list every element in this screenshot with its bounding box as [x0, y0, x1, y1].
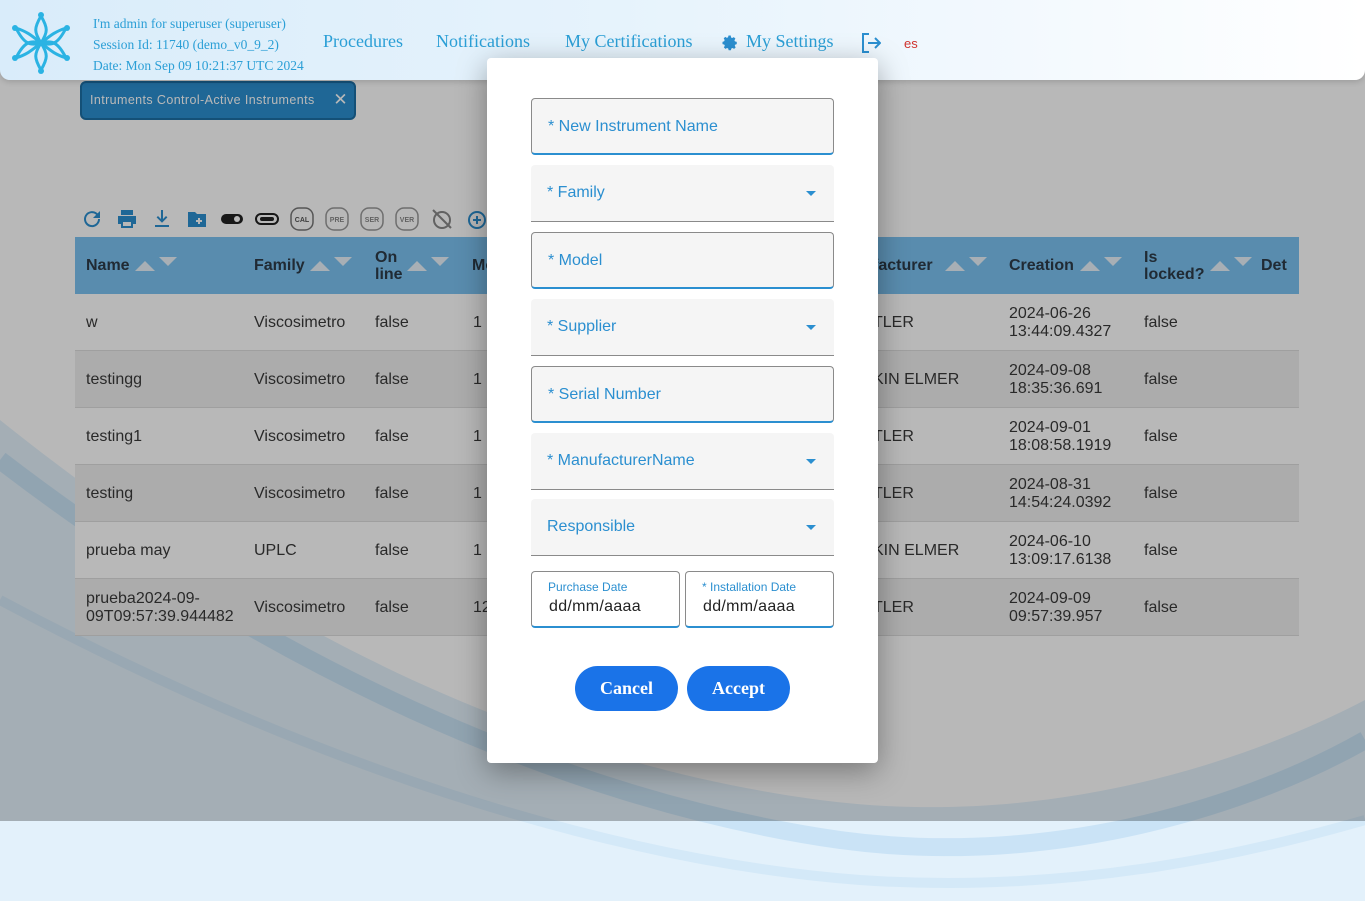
nav-procedures[interactable]: Procedures: [323, 31, 403, 52]
dropdown-arrow-icon[interactable]: [806, 525, 816, 530]
gear-icon[interactable]: [721, 34, 739, 52]
session-date: Date: Mon Sep 09 10:21:37 UTC 2024: [93, 58, 304, 73]
installation-date-field[interactable]: * Installation Date dd/mm/aaaa: [685, 571, 834, 628]
field-label: Purchase Date: [548, 580, 628, 594]
dropdown-arrow-icon[interactable]: [806, 191, 816, 196]
app-logo-icon[interactable]: [10, 10, 72, 76]
cancel-button[interactable]: Cancel: [575, 666, 678, 711]
field-label: * New Instrument Name: [548, 118, 718, 135]
field-label: * Installation Date: [702, 580, 797, 594]
accept-button[interactable]: Accept: [687, 666, 790, 711]
session-id: Session Id: 11740 (demo_v0_9_2): [93, 37, 279, 52]
manufacturer-name-select[interactable]: * ManufacturerName: [531, 433, 834, 490]
date-value: dd/mm/aaaa: [549, 598, 641, 615]
nav-notifications[interactable]: Notifications: [436, 31, 530, 52]
dropdown-arrow-icon[interactable]: [806, 459, 816, 464]
logout-icon[interactable]: [861, 32, 881, 54]
field-label: Responsible: [547, 518, 636, 535]
field-label: * Serial Number: [548, 386, 661, 403]
session-info: I'm admin for superuser (superuser) Sess…: [93, 13, 304, 76]
language-switch[interactable]: es: [904, 36, 918, 51]
model-field[interactable]: * Model: [531, 232, 834, 289]
family-select[interactable]: * Family: [531, 165, 834, 222]
field-label: * ManufacturerName: [547, 452, 695, 469]
nav-my-certifications[interactable]: My Certifications: [565, 31, 692, 52]
purchase-date-field[interactable]: Purchase Date dd/mm/aaaa: [531, 571, 680, 628]
date-value: dd/mm/aaaa: [703, 598, 795, 615]
field-label: * Supplier: [547, 318, 617, 335]
nav-my-settings[interactable]: My Settings: [746, 31, 834, 52]
new-instrument-dialog: * New Instrument Name * Family * Model *…: [487, 58, 878, 763]
supplier-select[interactable]: * Supplier: [531, 299, 834, 356]
responsible-select[interactable]: Responsible: [531, 499, 834, 556]
dropdown-arrow-icon[interactable]: [806, 325, 816, 330]
serial-number-field[interactable]: * Serial Number: [531, 366, 834, 423]
new-instrument-name-field[interactable]: * New Instrument Name: [531, 98, 834, 155]
field-label: * Model: [548, 252, 603, 269]
session-user: I'm admin for superuser (superuser): [93, 16, 286, 31]
field-label: * Family: [547, 184, 605, 201]
